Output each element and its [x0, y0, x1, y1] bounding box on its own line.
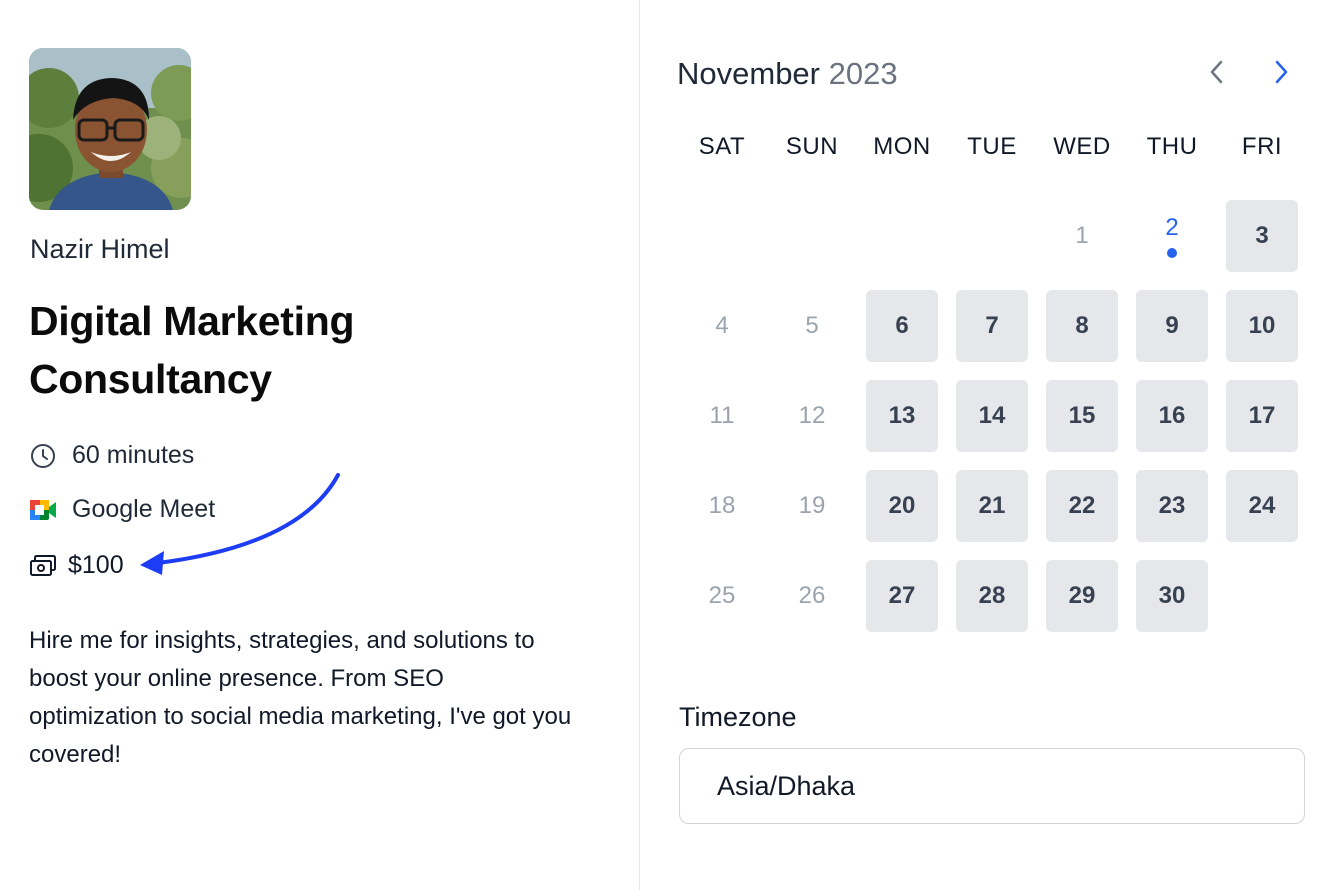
- calendar-day-17[interactable]: 17: [1226, 380, 1298, 452]
- calendar-day-19: 19: [798, 492, 826, 519]
- calendar-day-10[interactable]: 10: [1226, 290, 1298, 362]
- calendar-day-18: 18: [708, 492, 736, 519]
- chevron-left-icon: [1210, 60, 1223, 84]
- timezone-select[interactable]: Asia/Dhaka: [679, 748, 1305, 824]
- google-meet-icon: [29, 496, 57, 524]
- calendar-day-20[interactable]: 20: [866, 470, 938, 542]
- weekday-tue: TUE: [967, 133, 1017, 160]
- timezone-label: Timezone: [679, 702, 797, 732]
- calendar-day-15[interactable]: 15: [1046, 380, 1118, 452]
- calendar-day-21[interactable]: 21: [956, 470, 1028, 542]
- calendar-day-14[interactable]: 14: [956, 380, 1028, 452]
- calendar-day-1: 1: [1075, 222, 1089, 249]
- money-icon: [29, 552, 57, 580]
- price-row: $100: [29, 551, 124, 580]
- weekday-sat: SAT: [698, 133, 746, 160]
- calendar-day-25: 25: [708, 582, 736, 609]
- annotation-arrow-icon: [140, 473, 340, 575]
- weekday-wed: WED: [1053, 133, 1111, 160]
- event-title: Digital Marketing Consultancy: [29, 298, 355, 402]
- month-label: November: [677, 56, 820, 91]
- location-row: Google Meet: [29, 495, 215, 524]
- calendar-day-4: 4: [715, 312, 729, 339]
- calendar-day-24[interactable]: 24: [1226, 470, 1298, 542]
- host-name: Nazir Himel: [30, 234, 170, 264]
- calendar-day-22[interactable]: 22: [1046, 470, 1118, 542]
- weekday-thu: THU: [1146, 133, 1198, 160]
- calendar-day-28[interactable]: 28: [956, 560, 1028, 632]
- calendar-day-12: 12: [798, 402, 826, 429]
- today-dot-icon: [1167, 248, 1177, 258]
- chevron-right-icon: [1275, 60, 1288, 84]
- calendar-day-27[interactable]: 27: [866, 560, 938, 632]
- weekday-sun: SUN: [785, 133, 839, 160]
- weekday-mon: MON: [873, 133, 931, 160]
- calendar-day-7[interactable]: 7: [956, 290, 1028, 362]
- event-info-panel: Nazir Himel Digital Marketing Consultanc…: [0, 0, 640, 890]
- booking-calendar-panel: November 2023 SAT SUN MON TUE WED THU FRI 1234…: [641, 0, 1338, 890]
- previous-month-button[interactable]: [1201, 56, 1233, 88]
- host-avatar: [29, 48, 191, 210]
- calendar-day-9[interactable]: 9: [1136, 290, 1208, 362]
- year-label: 2023: [828, 56, 898, 91]
- calendar-day-13[interactable]: 13: [866, 380, 938, 452]
- price-text: $100: [68, 551, 124, 579]
- calendar-day-3[interactable]: 3: [1226, 200, 1298, 272]
- day-number: 2: [1165, 214, 1179, 241]
- calendar-day-8[interactable]: 8: [1046, 290, 1118, 362]
- calendar-day-11: 11: [709, 402, 735, 429]
- clock-icon: [29, 442, 57, 470]
- duration-text: 60 minutes: [72, 441, 195, 469]
- event-description: Hire me for insights, strategies, and so…: [29, 627, 572, 768]
- duration-row: 60 minutes: [29, 441, 194, 470]
- next-month-button[interactable]: [1265, 56, 1297, 88]
- calendar-day-26: 26: [798, 582, 826, 609]
- weekday-fri: FRI: [1241, 133, 1283, 160]
- calendar-day-16[interactable]: 16: [1136, 380, 1208, 452]
- calendar-day-2: 2: [1136, 200, 1208, 272]
- calendar-day-30[interactable]: 30: [1136, 560, 1208, 632]
- timezone-value: Asia/Dhaka: [717, 770, 856, 801]
- location-text: Google Meet: [72, 495, 216, 523]
- calendar-day-29[interactable]: 29: [1046, 560, 1118, 632]
- month-year-heading: November 2023: [677, 56, 898, 92]
- calendar-day-6[interactable]: 6: [866, 290, 938, 362]
- calendar-day-23[interactable]: 23: [1136, 470, 1208, 542]
- calendar-day-5: 5: [805, 312, 819, 339]
